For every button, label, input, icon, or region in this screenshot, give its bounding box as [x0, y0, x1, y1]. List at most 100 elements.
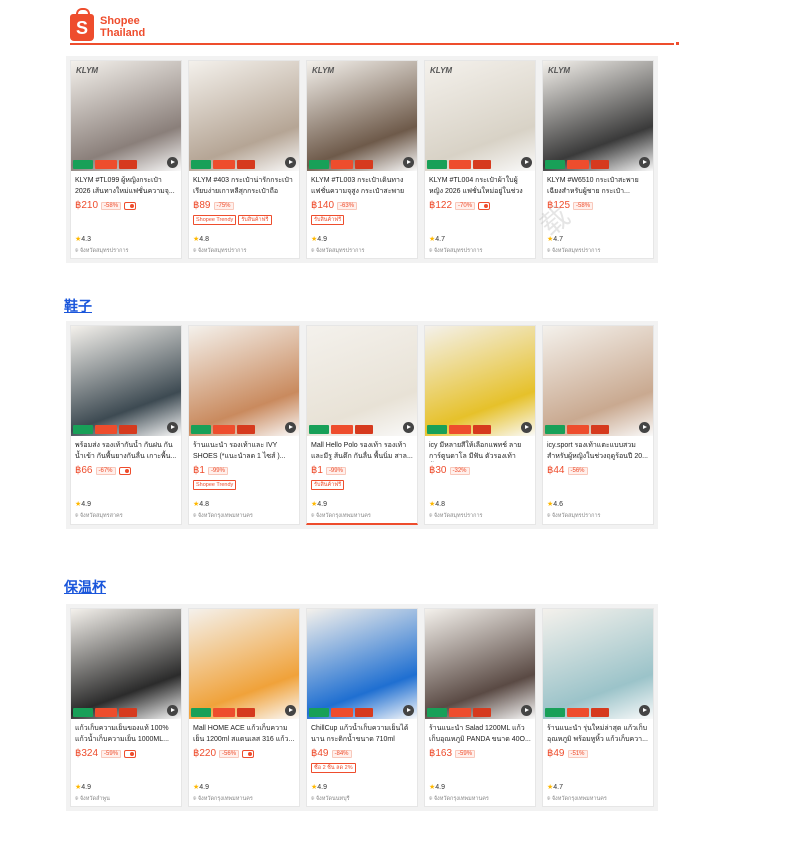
product-image[interactable]: [189, 326, 299, 436]
product-info: icy.sport รองเท้าแตะแบบสวมสำหรับผู้หญิงใ…: [543, 436, 653, 523]
product-title[interactable]: ร้านแนะนำ Salad 1200ML แก้วเก็บอุณหภูมิ …: [429, 723, 531, 745]
product-image[interactable]: [307, 326, 417, 436]
product-image[interactable]: [543, 326, 653, 436]
product-photo: [189, 609, 299, 719]
product-title[interactable]: ร้านแนะนำ รองเท้าและ IVY SHOES (*แนะนำลด…: [193, 440, 295, 462]
product-card[interactable]: KLYM KLYM #TL003 กระเป๋าเดินทางแฟชั่นความ…: [306, 60, 418, 259]
location-text: จังหวัดสมุทรปราการ: [433, 248, 483, 254]
product-image[interactable]: [71, 326, 181, 436]
product-title[interactable]: KLYM #TL003 กระเป๋าเดินทางแฟชั่นความจุสู…: [311, 175, 413, 197]
product-title[interactable]: Mall HOME ACE แก้วเก็บความเย็น 1200ml สแ…: [193, 723, 295, 745]
product-image[interactable]: [425, 326, 535, 436]
play-icon[interactable]: [285, 157, 296, 168]
product-image[interactable]: [189, 61, 299, 171]
product-rating: ★4.8: [193, 235, 295, 243]
product-chip: รับสินค้าฟรี: [238, 215, 272, 225]
product-image[interactable]: KLYM: [543, 61, 653, 171]
play-icon[interactable]: [403, 157, 414, 168]
product-photo: [425, 609, 535, 719]
play-icon[interactable]: [521, 705, 532, 716]
price-line: ฿220 -56%: [193, 748, 295, 759]
free-shipping-badge: [309, 708, 329, 717]
play-icon[interactable]: [285, 422, 296, 433]
product-card[interactable]: KLYM KLYM #W6510 กระเป๋าสะพายเฉียงสำหรับผ…: [542, 60, 654, 259]
product-title[interactable]: แก้วเก็บความเย็นของแท้ 100% แก้วน้ำเก็บค…: [75, 723, 177, 745]
product-row-bags: KLYM KLYM #TL099 ผู้หญิงกระเป๋า 2026 เส้น…: [66, 56, 658, 263]
product-image[interactable]: [425, 609, 535, 719]
product-title[interactable]: icy มีหลายสีให้เลือกแพทช์ ลายการ์ตูนดาโล…: [429, 440, 531, 462]
brand-watermark: KLYM: [76, 66, 99, 75]
product-image[interactable]: KLYM: [425, 61, 535, 171]
product-info: Mall HOME ACE แก้วเก็บความเย็น 1200ml สแ…: [189, 719, 299, 806]
play-icon[interactable]: [403, 705, 414, 716]
product-card[interactable]: ร้านแนะนำ Salad 1200ML แก้วเก็บอุณหภูมิ …: [424, 608, 536, 807]
product-image[interactable]: KLYM: [71, 61, 181, 171]
cod-badge: [355, 425, 373, 434]
product-card[interactable]: icy มีหลายสีให้เลือกแพทช์ ลายการ์ตูนดาโล…: [424, 325, 536, 525]
product-chip: Shopee Trendy: [193, 215, 237, 225]
product-title[interactable]: ร้านแนะนำ รุ่นใหม่ล่าสุด แก้วเก็บอุณหภูม…: [547, 723, 649, 745]
product-title[interactable]: icy.sport รองเท้าแตะแบบสวมสำหรับผู้หญิงใ…: [547, 440, 649, 462]
product-card[interactable]: Mall HOME ACE แก้วเก็บความเย็น 1200ml สแ…: [188, 608, 300, 807]
location-text: จังหวัดนนทบุรี: [315, 796, 350, 802]
shopee-bag-icon[interactable]: S: [70, 8, 94, 41]
play-icon[interactable]: [167, 705, 178, 716]
discount-badge: -67%: [95, 466, 116, 475]
promo-badge: [213, 160, 235, 169]
play-icon[interactable]: [639, 705, 650, 716]
play-icon[interactable]: [521, 157, 532, 168]
product-card[interactable]: แก้วเก็บความเย็นของแท้ 100% แก้วน้ำเก็บค…: [70, 608, 182, 807]
product-chips: Shopee Trendy: [193, 480, 295, 490]
header-divider: [70, 43, 674, 45]
section-title-thermos[interactable]: 保温杯: [64, 577, 106, 597]
brand-watermark: KLYM: [430, 66, 453, 75]
play-icon[interactable]: [403, 422, 414, 433]
free-shipping-badge: [427, 160, 447, 169]
product-title[interactable]: พร้อมส่ง รองเท้ากันน้ำ กันฝน กันน้ำเข้า …: [75, 440, 177, 462]
location-text: จังหวัดสมุทรปราการ: [79, 248, 129, 254]
product-title[interactable]: KLYM #W6510 กระเป๋าสะพายเฉียงสำหรับผู้ชา…: [547, 175, 649, 197]
product-title[interactable]: ChillCup แก้วน้ำเก็บความเย็นได้นาน กระติ…: [311, 723, 413, 745]
section-title-shoes[interactable]: 鞋子: [64, 296, 92, 316]
product-title[interactable]: KLYM #TL099 ผู้หญิงกระเป๋า 2026 เส้นทางใ…: [75, 175, 177, 197]
product-image[interactable]: [71, 609, 181, 719]
product-card[interactable]: พร้อมส่ง รองเท้ากันน้ำ กันฝน กันน้ำเข้า …: [70, 325, 182, 525]
product-title[interactable]: KLYM #TL004 กระเป๋าผ้าใบผู้หญิง 2026 แฟช…: [429, 175, 531, 197]
rating-value: 4.9: [435, 784, 446, 791]
product-photo: [189, 61, 299, 171]
product-title[interactable]: KLYM #403 กระเป๋าน่ารักกระเป๋าเรียบง่ายเ…: [193, 175, 295, 197]
product-card[interactable]: ร้านแนะนำ รุ่นใหม่ล่าสุด แก้วเก็บอุณหภูม…: [542, 608, 654, 807]
product-title[interactable]: Mall Hello Polo รองเท้า รองเท้าและมีรู ส…: [311, 440, 413, 462]
product-location: ⌾ จังหวัดกรุงเทพมหานคร: [193, 795, 295, 803]
product-info: KLYM #TL099 ผู้หญิงกระเป๋า 2026 เส้นทางใ…: [71, 171, 181, 258]
product-price: ฿66: [75, 465, 93, 476]
play-icon[interactable]: [521, 422, 532, 433]
product-price: ฿324: [75, 748, 99, 759]
product-card[interactable]: ร้านแนะนำ รองเท้าและ IVY SHOES (*แนะนำลด…: [188, 325, 300, 525]
product-card[interactable]: ChillCup แก้วน้ำเก็บความเย็นได้นาน กระติ…: [306, 608, 418, 807]
product-card[interactable]: KLYM KLYM #TL099 ผู้หญิงกระเป๋า 2026 เส้น…: [70, 60, 182, 259]
product-image[interactable]: [307, 609, 417, 719]
product-image[interactable]: [189, 609, 299, 719]
play-icon[interactable]: [639, 422, 650, 433]
play-icon[interactable]: [167, 422, 178, 433]
product-rating: ★4.9: [311, 235, 413, 243]
product-rating: ★4.8: [193, 500, 295, 508]
play-icon[interactable]: [639, 157, 650, 168]
product-card[interactable]: KLYM KLYM #TL004 กระเป๋าผ้าใบผู้หญิง 2026…: [424, 60, 536, 259]
coin-icon: [478, 201, 491, 210]
product-image[interactable]: KLYM: [307, 61, 417, 171]
product-card[interactable]: KLYM #403 กระเป๋าน่ารักกระเป๋าเรียบง่ายเ…: [188, 60, 300, 259]
promo-badges: [545, 708, 609, 717]
product-location: ⌾ จังหวัดนนทบุรี: [311, 795, 413, 803]
product-info: ร้านแนะนำ Salad 1200ML แก้วเก็บอุณหภูมิ …: [425, 719, 535, 806]
rating-value: 4.7: [553, 236, 564, 243]
product-card[interactable]: icy.sport รองเท้าแตะแบบสวมสำหรับผู้หญิงใ…: [542, 325, 654, 525]
discount-badge: -84%: [331, 749, 352, 758]
product-card[interactable]: Mall Hello Polo รองเท้า รองเท้าและมีรู ส…: [306, 325, 418, 525]
play-icon[interactable]: [167, 157, 178, 168]
price-line: ฿125 -58%: [547, 200, 649, 211]
play-icon[interactable]: [285, 705, 296, 716]
shopee-logo-text[interactable]: Shopee Thailand: [100, 15, 145, 39]
product-image[interactable]: [543, 609, 653, 719]
